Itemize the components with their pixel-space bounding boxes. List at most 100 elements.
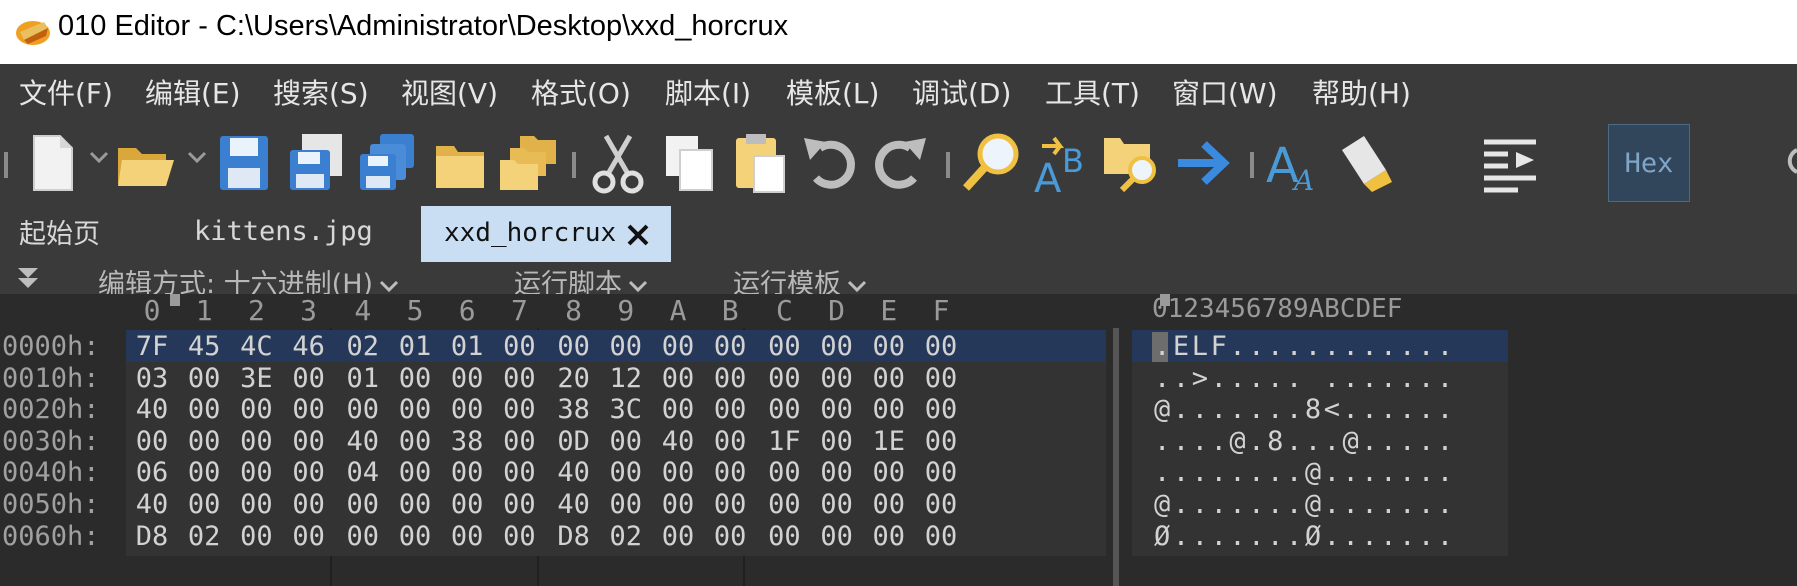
hex-byte[interactable]: 00: [654, 394, 702, 425]
hex-byte[interactable]: 40: [128, 489, 176, 520]
hex-byte[interactable]: 00: [917, 521, 965, 552]
hex-byte[interactable]: 01: [443, 331, 491, 362]
hex-byte[interactable]: 00: [760, 363, 808, 394]
menu-format[interactable]: 格式(O): [531, 72, 631, 112]
hex-byte[interactable]: 00: [602, 489, 650, 520]
hex-byte[interactable]: 00: [232, 489, 280, 520]
hex-byte[interactable]: 00: [443, 489, 491, 520]
ascii-text[interactable]: @.......@.......: [1154, 489, 1456, 520]
undo-icon[interactable]: [798, 130, 862, 196]
hex-byte[interactable]: 00: [339, 489, 387, 520]
hex-byte[interactable]: 45: [180, 331, 228, 362]
hex-byte[interactable]: 00: [285, 394, 333, 425]
hex-byte[interactable]: 00: [706, 489, 754, 520]
hex-byte[interactable]: D8: [128, 521, 176, 552]
menu-template[interactable]: 模板(L): [786, 72, 879, 112]
hex-byte[interactable]: 0D: [550, 426, 598, 457]
new-file-icon[interactable]: [20, 130, 84, 196]
hex-byte[interactable]: 00: [602, 426, 650, 457]
hex-byte[interactable]: 00: [495, 426, 543, 457]
ascii-text[interactable]: ........@.......: [1154, 457, 1456, 488]
hex-byte[interactable]: 00: [180, 489, 228, 520]
menu-tools[interactable]: 工具(T): [1045, 72, 1140, 112]
hex-byte[interactable]: 00: [180, 426, 228, 457]
ascii-text[interactable]: Ø.......Ø.......: [1154, 521, 1456, 552]
paste-icon[interactable]: [728, 130, 792, 196]
highlight-icon[interactable]: [1334, 130, 1398, 196]
hex-byte[interactable]: 00: [391, 426, 439, 457]
cut-icon[interactable]: [586, 130, 650, 196]
hex-byte[interactable]: 00: [391, 521, 439, 552]
ascii-text[interactable]: ....@.8...@.....: [1154, 426, 1456, 457]
hex-byte[interactable]: 00: [917, 489, 965, 520]
tab-start-page[interactable]: 起始页: [19, 212, 100, 251]
hex-byte[interactable]: 00: [285, 521, 333, 552]
hex-byte[interactable]: D8: [550, 521, 598, 552]
hex-byte[interactable]: 00: [550, 331, 598, 362]
save-all-icon[interactable]: [356, 130, 420, 196]
hex-byte[interactable]: 00: [654, 489, 702, 520]
hex-byte[interactable]: 00: [760, 489, 808, 520]
hex-byte[interactable]: 4C: [232, 331, 280, 362]
hex-byte[interactable]: 00: [285, 426, 333, 457]
hex-byte[interactable]: 00: [391, 457, 439, 488]
menu-edit[interactable]: 编辑(E): [145, 72, 241, 112]
menu-window[interactable]: 窗口(W): [1172, 72, 1278, 112]
open-folder-icon[interactable]: [114, 130, 178, 196]
hex-byte[interactable]: 00: [602, 331, 650, 362]
hex-byte[interactable]: 00: [706, 394, 754, 425]
hex-byte[interactable]: 00: [865, 489, 913, 520]
hex-byte[interactable]: 00: [339, 521, 387, 552]
hex-byte[interactable]: 00: [813, 489, 861, 520]
ascii-text[interactable]: ..>..... .......: [1154, 363, 1456, 394]
hex-byte[interactable]: 1F: [760, 426, 808, 457]
hex-byte[interactable]: 00: [443, 363, 491, 394]
hex-byte[interactable]: 00: [706, 331, 754, 362]
menu-script[interactable]: 脚本(I): [665, 72, 751, 112]
hex-byte[interactable]: 00: [917, 457, 965, 488]
hex-byte[interactable]: 40: [550, 489, 598, 520]
hex-byte[interactable]: 00: [654, 363, 702, 394]
hex-byte[interactable]: 00: [495, 394, 543, 425]
menu-debug[interactable]: 调试(D): [912, 72, 1011, 112]
hex-byte[interactable]: 00: [495, 331, 543, 362]
hex-byte[interactable]: 12: [602, 363, 650, 394]
hex-byte[interactable]: 3C: [602, 394, 650, 425]
menu-view[interactable]: 视图(V): [401, 72, 498, 112]
hex-byte[interactable]: 00: [232, 394, 280, 425]
hex-byte[interactable]: 40: [550, 457, 598, 488]
find-in-files-icon[interactable]: [1100, 130, 1164, 196]
hex-byte[interactable]: 1E: [865, 426, 913, 457]
menu-file[interactable]: 文件(F): [19, 72, 113, 112]
hex-byte[interactable]: 00: [813, 457, 861, 488]
menu-help[interactable]: 帮助(H): [1312, 72, 1411, 112]
hex-byte[interactable]: 00: [128, 426, 176, 457]
hex-byte[interactable]: 20: [550, 363, 598, 394]
hex-byte[interactable]: 00: [232, 457, 280, 488]
hex-byte[interactable]: 00: [232, 521, 280, 552]
tab-kittens[interactable]: kittens.jpg: [194, 216, 373, 247]
hex-byte[interactable]: 00: [654, 331, 702, 362]
save-as-icon[interactable]: [284, 130, 348, 196]
copy-icon[interactable]: [656, 130, 720, 196]
hex-byte[interactable]: 00: [865, 457, 913, 488]
hex-editor[interactable]: 0123456789ABCDEF 0 1 2 3 4 5 6 7 8 9 A B C D E F 0000h: 7…: [0, 294, 1797, 586]
hex-byte[interactable]: 00: [654, 457, 702, 488]
hex-byte[interactable]: 00: [760, 457, 808, 488]
hex-byte[interactable]: 00: [917, 394, 965, 425]
save-icon[interactable]: [212, 130, 276, 196]
hex-byte[interactable]: 00: [813, 394, 861, 425]
hex-byte[interactable]: 00: [654, 521, 702, 552]
hex-byte[interactable]: 7F: [128, 331, 176, 362]
hex-byte[interactable]: 00: [285, 457, 333, 488]
hex-byte[interactable]: 40: [128, 394, 176, 425]
menu-search[interactable]: 搜索(S): [273, 72, 369, 112]
chevron-down-icon[interactable]: [186, 146, 208, 168]
folder-icon[interactable]: [428, 130, 492, 196]
hex-byte[interactable]: 00: [865, 521, 913, 552]
hex-byte[interactable]: 00: [917, 363, 965, 394]
hex-byte[interactable]: 00: [865, 363, 913, 394]
hex-byte[interactable]: 00: [180, 457, 228, 488]
hex-byte[interactable]: 00: [813, 521, 861, 552]
hex-byte[interactable]: 00: [391, 394, 439, 425]
